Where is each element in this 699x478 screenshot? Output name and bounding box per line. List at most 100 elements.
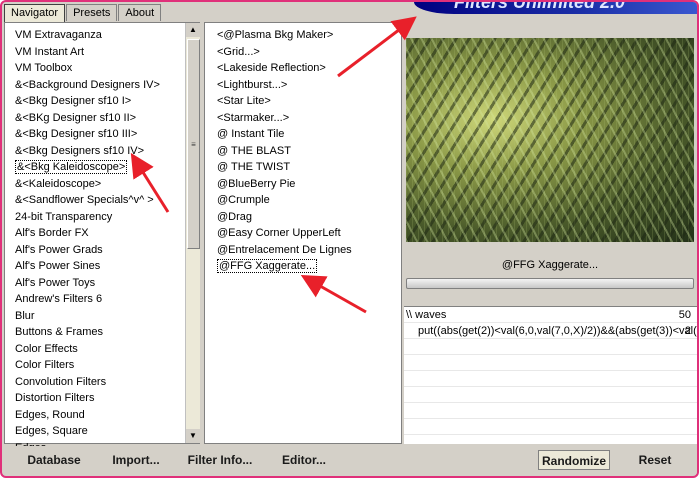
parameter-row[interactable]: \\ waves 50	[404, 307, 697, 323]
tab-presets[interactable]: Presets	[66, 4, 118, 21]
filter-item[interactable]: <Grid...>	[205, 44, 401, 61]
parameter-value: 2	[684, 325, 691, 337]
category-item[interactable]: Blur	[5, 308, 199, 325]
scroll-thumb[interactable]: ≡	[187, 39, 200, 249]
filter-item[interactable]: <Star Lite>	[205, 93, 401, 110]
category-list[interactable]: VM Extravaganza VM Instant Art VM Toolbox &…	[4, 22, 200, 454]
filter-label: @BlueBerry Pie	[217, 177, 296, 190]
category-item[interactable]: Alf's Power Toys	[5, 275, 199, 292]
filter-item[interactable]: @BlueBerry Pie	[205, 176, 401, 193]
category-item[interactable]: &<Background Designers IV>	[5, 77, 199, 94]
category-label: Alf's Power Grads	[15, 243, 103, 256]
filter-item[interactable]: <Lightburst...>	[205, 77, 401, 94]
parameter-name: put((abs(get(2))<val(6,0,val(7,0,X)/2))&…	[418, 325, 697, 337]
category-label: Andrew's Filters 6	[15, 293, 103, 305]
filter-label: @ THE TWIST	[217, 161, 291, 173]
category-item[interactable]: VM Toolbox	[5, 60, 199, 77]
filter-item[interactable]: @FFG Xaggerate...	[205, 258, 401, 275]
filters-unlimited-window: Navigator Presets About Filters Unlimited …	[0, 0, 699, 478]
editor-button[interactable]: Editor...	[280, 450, 328, 470]
parameter-panel: \\ waves 50 put((abs(get(2))<val(6,0,val…	[404, 306, 697, 444]
category-label: Convolution Filters	[15, 375, 107, 388]
randomize-button[interactable]: Randomize	[538, 450, 610, 470]
category-label: Edges, Square	[15, 425, 88, 437]
filter-label: <Lightburst...>	[217, 78, 288, 91]
tab-about[interactable]: About	[118, 4, 162, 21]
filter-item[interactable]: @ THE TWIST	[205, 159, 401, 176]
category-item[interactable]: Color Effects	[5, 341, 199, 358]
database-button[interactable]: Database	[24, 450, 84, 470]
import-button[interactable]: Import...	[110, 450, 162, 470]
category-item[interactable]: Andrew's Filters 6	[5, 291, 199, 308]
parameter-row-empty	[404, 403, 697, 419]
filter-item[interactable]: <@Plasma Bkg Maker>	[205, 27, 401, 44]
filter-label: @Drag	[217, 210, 253, 223]
category-label: Blur	[15, 309, 35, 322]
category-item[interactable]: Color Filters	[5, 357, 199, 374]
filter-list[interactable]: <@Plasma Bkg Maker> <Grid...> <Lakeside Re…	[204, 22, 402, 444]
bottom-toolbar: Database Import... Filter Info... Editor…	[4, 446, 697, 474]
category-label: &<Bkg Kaleidoscope>	[15, 160, 128, 174]
category-item[interactable]: Alf's Power Grads	[5, 242, 199, 259]
category-item[interactable]: Alf's Power Sines	[5, 258, 199, 275]
category-item[interactable]: VM Instant Art	[5, 44, 199, 61]
category-item[interactable]: Edges, Square	[5, 423, 199, 440]
category-item[interactable]: &<BKg Designer sf10 II>	[5, 110, 199, 127]
filter-item[interactable]: @ THE BLAST	[205, 143, 401, 160]
parameter-row-empty	[404, 371, 697, 387]
category-label: Alf's Power Toys	[15, 276, 96, 289]
category-item[interactable]: &<Sandflower Specials^v^ >	[5, 192, 199, 209]
app-title: Filters Unlimited 2.0	[454, 2, 626, 12]
category-label: VM Instant Art	[15, 45, 85, 58]
category-item[interactable]: Distortion Filters	[5, 390, 199, 407]
category-item[interactable]: Edges, Round	[5, 407, 199, 424]
category-item[interactable]: &<Bkg Kaleidoscope>	[5, 159, 199, 176]
filter-label: @ Instant Tile	[217, 128, 285, 140]
category-item[interactable]: &<Kaleidoscope>	[5, 176, 199, 193]
category-label: &<Background Designers IV>	[15, 78, 160, 91]
filter-label: <Lakeside Reflection>	[217, 62, 326, 74]
category-item[interactable]: &<Bkg Designer sf10 I>	[5, 93, 199, 110]
filter-item[interactable]: @Drag	[205, 209, 401, 226]
parameter-name: \\ waves	[406, 309, 447, 321]
filter-item[interactable]: @ Instant Tile	[205, 126, 401, 143]
parameter-row-empty	[404, 387, 697, 403]
category-label: &<Bkg Designers sf10 IV>	[15, 144, 145, 157]
filter-item[interactable]: <Starmaker...>	[205, 110, 401, 127]
tab-navigator[interactable]: Navigator	[4, 4, 66, 23]
category-scrollbar[interactable]: ▲ ≡ ▼	[185, 23, 200, 443]
preview-image	[406, 38, 694, 242]
category-item[interactable]: 24-bit Transparency	[5, 209, 199, 226]
category-label: &<Kaleidoscope>	[15, 177, 102, 190]
category-item[interactable]: &<Bkg Designers sf10 IV>	[5, 143, 199, 160]
category-label: Alf's Border FX	[15, 227, 89, 239]
title-banner: Filters Unlimited 2.0	[414, 2, 697, 14]
filter-item[interactable]: @Crumple	[205, 192, 401, 209]
category-label: Edges, Round	[15, 408, 85, 421]
category-item[interactable]: VM Extravaganza	[5, 27, 199, 44]
scroll-up-icon[interactable]: ▲	[186, 23, 200, 37]
filter-item[interactable]: @Easy Corner UpperLeft	[205, 225, 401, 242]
reset-button[interactable]: Reset	[630, 450, 680, 470]
category-label: VM Toolbox	[15, 62, 73, 74]
filter-item[interactable]: <Lakeside Reflection>	[205, 60, 401, 77]
filter-label: <@Plasma Bkg Maker>	[217, 29, 334, 41]
category-item[interactable]: Alf's Border FX	[5, 225, 199, 242]
filter-label: @Entrelacement De Lignes	[217, 243, 352, 256]
filter-info-button[interactable]: Filter Info...	[186, 450, 254, 470]
filter-label: @FFG Xaggerate...	[217, 259, 318, 273]
scroll-down-icon[interactable]: ▼	[186, 429, 200, 443]
category-label: &<Sandflower Specials^v^ >	[15, 194, 154, 206]
parameter-row-empty	[404, 339, 697, 355]
category-label: Color Filters	[15, 359, 75, 371]
category-item[interactable]: Buttons & Frames	[5, 324, 199, 341]
category-item[interactable]: &<Bkg Designer sf10 III>	[5, 126, 199, 143]
parameter-row-empty	[404, 355, 697, 371]
category-label: Buttons & Frames	[15, 326, 104, 338]
category-item[interactable]: Convolution Filters	[5, 374, 199, 391]
category-label: VM Extravaganza	[15, 29, 102, 41]
filter-label: @Crumple	[217, 194, 270, 206]
filter-item[interactable]: @Entrelacement De Lignes	[205, 242, 401, 259]
parameter-row[interactable]: put((abs(get(2))<val(6,0,val(7,0,X)/2))&…	[404, 323, 697, 339]
category-label: Alf's Power Sines	[15, 260, 101, 272]
